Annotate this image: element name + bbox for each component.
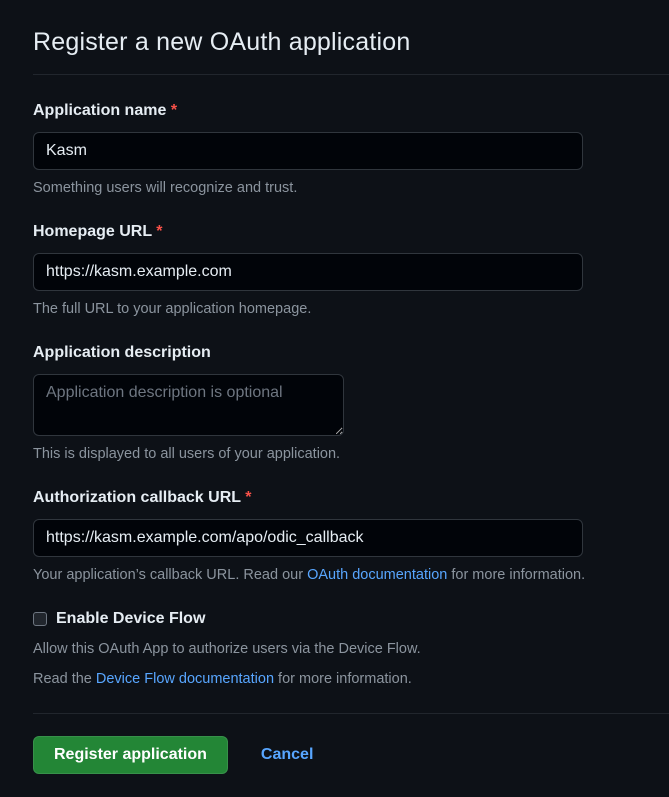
application-name-label: Application name * (33, 101, 669, 120)
form-actions: Register application Cancel (33, 736, 669, 774)
callback-url-input[interactable] (33, 519, 583, 557)
device-flow-checkbox[interactable] (33, 612, 47, 626)
application-name-note: Something users will recognize and trust… (33, 180, 669, 197)
required-asterisk: * (156, 223, 162, 240)
callback-url-note-suffix: for more information. (447, 567, 585, 583)
device-flow-label[interactable]: Enable Device Flow (56, 609, 205, 628)
application-name-label-text: Application name (33, 102, 166, 119)
homepage-url-note: The full URL to your application homepag… (33, 301, 669, 318)
device-flow-read-prefix: Read the (33, 671, 96, 687)
homepage-url-group: Homepage URL * The full URL to your appl… (33, 222, 669, 318)
device-flow-documentation-link[interactable]: Device Flow documentation (96, 671, 274, 687)
required-asterisk: * (171, 102, 177, 119)
oauth-registration-page: Register a new OAuth application Applica… (0, 0, 669, 774)
homepage-url-label-text: Homepage URL (33, 223, 152, 240)
oauth-documentation-link[interactable]: OAuth documentation (307, 567, 447, 583)
register-application-button[interactable]: Register application (33, 736, 228, 774)
cancel-link[interactable]: Cancel (261, 746, 313, 764)
device-flow-read-suffix: for more information. (274, 671, 412, 687)
application-description-group: Application description This is displaye… (33, 343, 669, 463)
title-divider (33, 74, 669, 75)
application-name-group: Application name * Something users will … (33, 101, 669, 197)
application-description-note: This is displayed to all users of your a… (33, 446, 669, 463)
required-asterisk: * (245, 489, 251, 506)
device-flow-row: Enable Device Flow (33, 609, 669, 628)
application-description-textarea[interactable] (33, 374, 344, 436)
application-name-input[interactable] (33, 132, 583, 170)
oauth-registration-form: Application name * Something users will … (33, 101, 669, 774)
device-flow-note: Allow this OAuth App to authorize users … (33, 641, 669, 658)
actions-divider (33, 713, 669, 714)
homepage-url-input[interactable] (33, 253, 583, 291)
homepage-url-label: Homepage URL * (33, 222, 669, 241)
page-title: Register a new OAuth application (33, 28, 669, 57)
device-flow-group: Enable Device Flow Allow this OAuth App … (33, 609, 669, 688)
device-flow-read-note: Read the Device Flow documentation for m… (33, 671, 669, 688)
application-description-label: Application description (33, 343, 669, 362)
application-description-label-text: Application description (33, 344, 211, 361)
callback-url-group: Authorization callback URL * Your applic… (33, 488, 669, 584)
callback-url-label-text: Authorization callback URL (33, 489, 241, 506)
callback-url-note-prefix: Your application’s callback URL. Read ou… (33, 567, 307, 583)
callback-url-note: Your application’s callback URL. Read ou… (33, 567, 669, 584)
callback-url-label: Authorization callback URL * (33, 488, 669, 507)
